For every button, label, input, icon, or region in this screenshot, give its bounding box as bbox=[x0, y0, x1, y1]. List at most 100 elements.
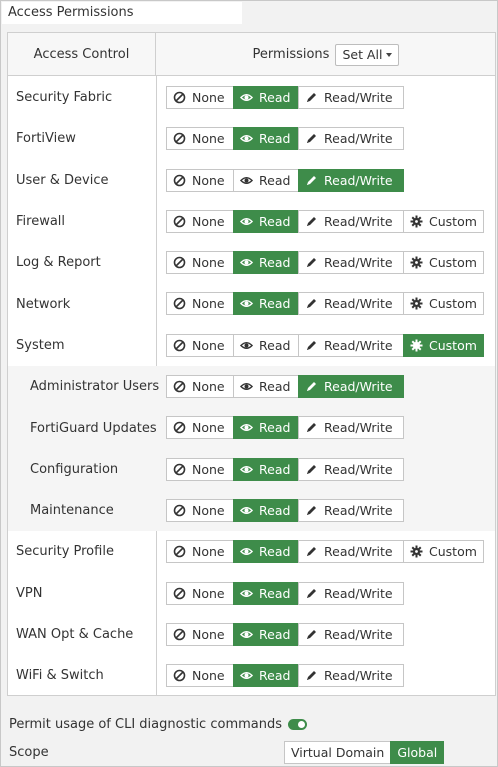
permission-button-label: Custom bbox=[429, 337, 477, 353]
permission-read-write-button[interactable]: Read/Write bbox=[298, 209, 404, 233]
permission-button-label: Read bbox=[259, 544, 291, 560]
permission-button-group: None Read Read/Write Custom bbox=[166, 251, 484, 275]
ban-icon bbox=[173, 297, 186, 310]
permission-button-label: Read/Write bbox=[324, 337, 393, 353]
permission-none-button[interactable]: None bbox=[166, 540, 234, 564]
permission-none-button[interactable]: None bbox=[166, 127, 234, 151]
permission-button-label: Read bbox=[259, 296, 291, 312]
permission-button-label: Read bbox=[259, 337, 291, 353]
permission-custom-button[interactable]: Custom bbox=[403, 292, 484, 316]
set-all-dropdown[interactable]: Set All bbox=[335, 43, 400, 66]
row-label: Configuration bbox=[30, 461, 119, 477]
permission-read-write-button[interactable]: Read/Write bbox=[298, 86, 404, 109]
permission-read-write-button[interactable]: Read/Write bbox=[298, 416, 404, 440]
permission-button-label: None bbox=[192, 337, 225, 353]
permission-read-write-button[interactable]: Read/Write bbox=[298, 333, 404, 357]
permission-read-write-button[interactable]: Read/Write bbox=[298, 168, 404, 192]
permission-none-button[interactable]: None bbox=[166, 498, 234, 522]
pencil-icon bbox=[305, 669, 318, 682]
permission-read-write-button[interactable]: Read/Write bbox=[298, 292, 404, 316]
permission-none-button[interactable]: None bbox=[166, 292, 234, 316]
permission-custom-button[interactable]: Custom bbox=[403, 209, 484, 233]
permission-button-group: None Read Read/Write bbox=[166, 581, 404, 605]
header-permissions-label: Permissions bbox=[252, 47, 330, 62]
permission-none-button[interactable]: None bbox=[166, 375, 234, 399]
permission-button-label: Read/Write bbox=[324, 90, 393, 105]
cli-permission-toggle[interactable] bbox=[288, 719, 307, 730]
permission-row: User & Device None Read Read/Write bbox=[8, 160, 495, 201]
permission-button-label: Read bbox=[259, 668, 291, 684]
permission-custom-button[interactable]: Custom bbox=[403, 540, 484, 564]
permission-read-button[interactable]: Read bbox=[233, 375, 299, 399]
permission-button-label: Read/Write bbox=[324, 626, 393, 642]
cli-permission: Permit usage of CLI diagnostic commands bbox=[9, 717, 307, 732]
permission-custom-button[interactable]: Custom bbox=[403, 333, 484, 357]
eye-icon bbox=[240, 669, 253, 682]
permission-read-button[interactable]: Read bbox=[233, 292, 299, 316]
cli-permission-label: Permit usage of CLI diagnostic commands bbox=[9, 717, 282, 732]
permission-read-button[interactable]: Read bbox=[233, 209, 299, 233]
pencil-icon bbox=[305, 339, 318, 352]
permission-read-write-button[interactable]: Read/Write bbox=[298, 457, 404, 481]
permission-none-button[interactable]: None bbox=[166, 457, 234, 481]
permission-read-write-button[interactable]: Read/Write bbox=[298, 127, 404, 151]
permission-none-button[interactable]: None bbox=[166, 333, 234, 357]
permission-none-button[interactable]: None bbox=[166, 168, 234, 192]
ban-icon bbox=[173, 339, 186, 352]
permission-button-label: Read bbox=[259, 379, 291, 395]
pencil-icon bbox=[305, 463, 318, 476]
caret-down-icon bbox=[386, 52, 393, 57]
permission-row: FortiGuard Updates None Read Read/Write bbox=[8, 407, 495, 449]
permission-read-button[interactable]: Read bbox=[233, 251, 299, 275]
row-label: VPN bbox=[16, 585, 43, 601]
permission-button-label: Read bbox=[259, 626, 291, 642]
permission-row: Firewall None Read Read/Write Custom bbox=[8, 201, 495, 242]
permission-read-write-button[interactable]: Read/Write bbox=[298, 664, 404, 688]
eye-icon bbox=[240, 545, 253, 558]
permission-none-button[interactable]: None bbox=[166, 251, 234, 275]
permission-none-button[interactable]: None bbox=[166, 622, 234, 646]
permission-read-write-button[interactable]: Read/Write bbox=[298, 540, 404, 564]
permission-read-button[interactable]: Read bbox=[233, 416, 299, 440]
permission-button-label: Custom bbox=[429, 213, 477, 229]
gear-icon bbox=[410, 545, 423, 558]
permission-read-button[interactable]: Read bbox=[233, 127, 299, 151]
permission-none-button[interactable]: None bbox=[166, 416, 234, 440]
permission-read-write-button[interactable]: Read/Write bbox=[298, 622, 404, 646]
permission-button-label: None bbox=[192, 255, 225, 271]
permission-read-write-button[interactable]: Read/Write bbox=[298, 251, 404, 275]
scope-option-label: Virtual Domain bbox=[291, 745, 385, 760]
permission-read-button[interactable]: Read bbox=[233, 457, 299, 481]
permission-custom-button[interactable]: Custom bbox=[403, 251, 484, 275]
permission-read-button[interactable]: Read bbox=[233, 622, 299, 646]
pencil-icon bbox=[305, 421, 318, 434]
pencil-icon bbox=[305, 504, 318, 517]
permission-read-button[interactable]: Read bbox=[233, 86, 299, 109]
permission-read-button[interactable]: Read bbox=[233, 540, 299, 564]
ban-icon bbox=[173, 215, 186, 228]
permission-button-group: None Read Read/Write bbox=[166, 664, 404, 688]
permission-read-write-button[interactable]: Read/Write bbox=[298, 498, 404, 522]
permission-read-button[interactable]: Read bbox=[233, 581, 299, 605]
permission-none-button[interactable]: None bbox=[166, 664, 234, 688]
permission-button-group: None Read Read/Write bbox=[166, 416, 404, 440]
permission-none-button[interactable]: None bbox=[166, 581, 234, 605]
scope-option-label: Global bbox=[397, 745, 438, 760]
permission-button-label: None bbox=[192, 379, 225, 395]
scope-option-global[interactable]: Global bbox=[390, 741, 445, 764]
pencil-icon bbox=[305, 91, 318, 104]
permission-none-button[interactable]: None bbox=[166, 86, 234, 109]
permission-read-write-button[interactable]: Read/Write bbox=[298, 581, 404, 605]
permission-read-write-button[interactable]: Read/Write bbox=[298, 375, 404, 399]
scope-option-virtual-domain[interactable]: Virtual Domain bbox=[284, 741, 392, 764]
permission-read-button[interactable]: Read bbox=[233, 664, 299, 688]
permission-read-button[interactable]: Read bbox=[233, 498, 299, 522]
permission-button-label: None bbox=[192, 668, 225, 684]
permission-button-label: Read/Write bbox=[324, 668, 393, 684]
permission-read-button[interactable]: Read bbox=[233, 333, 299, 357]
permission-read-button[interactable]: Read bbox=[233, 168, 299, 192]
access-permissions-panel: Access Permissions Access Control Permis… bbox=[0, 0, 498, 767]
eye-icon bbox=[240, 215, 253, 228]
permission-none-button[interactable]: None bbox=[166, 209, 234, 233]
permission-button-label: None bbox=[192, 626, 225, 642]
